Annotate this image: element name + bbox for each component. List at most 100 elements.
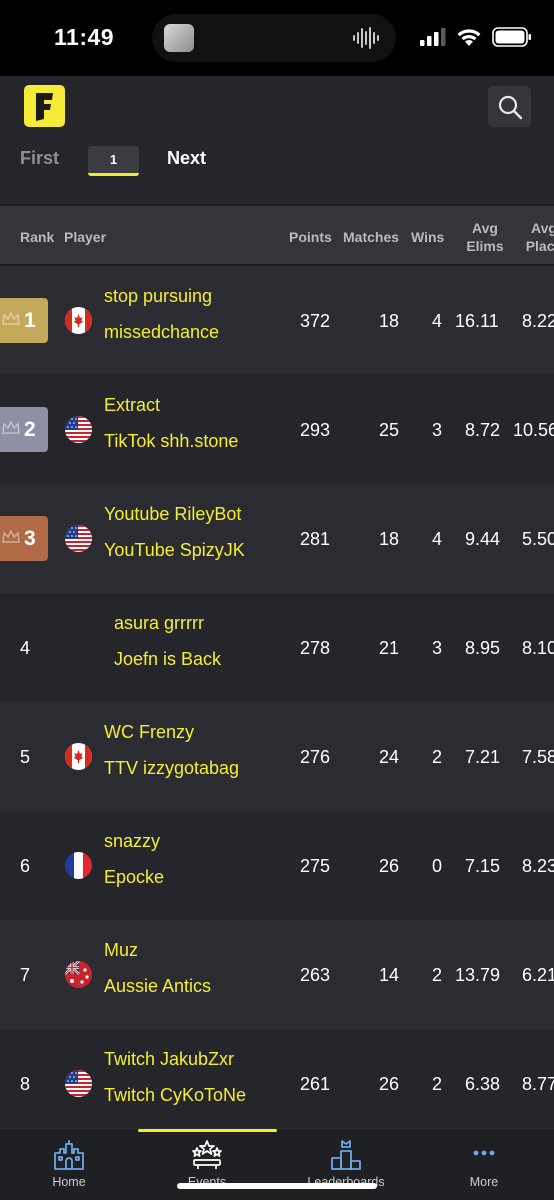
flag-france-icon — [65, 852, 92, 879]
rank-badge-bronze: 3 — [0, 516, 48, 561]
pagination: First 1 Next — [0, 138, 554, 182]
avg-place-value: 8.23 — [522, 856, 554, 876]
column-rank: Rank — [20, 229, 55, 245]
avg-place-value: 8.22 — [522, 311, 554, 331]
player-name[interactable]: snazzy — [104, 831, 160, 852]
player-name[interactable]: Muz — [104, 940, 138, 961]
rank-badge-silver: 2 — [0, 407, 48, 452]
player-name[interactable]: Twitch CyKoToNe — [104, 1085, 246, 1106]
table-row[interactable]: 2 Extract TikTok shh.stone 293 25 3 8.72… — [0, 375, 554, 484]
wins-value: 2 — [432, 747, 443, 767]
points-value: 276 — [300, 747, 331, 767]
column-avg-place: Avg Place — [522, 219, 554, 255]
bottom-tab-bar: Home Events Leaderboards More — [0, 1128, 554, 1200]
column-avg-elims: Avg Elims — [465, 219, 505, 255]
now-playing-thumbnail — [164, 24, 194, 52]
avg-elims-value: 7.21 — [465, 747, 501, 767]
column-avg-elims-line2: Elims — [466, 238, 504, 254]
wins-value: 4 — [432, 529, 443, 549]
fortnite-f-icon — [36, 93, 53, 121]
player-name[interactable]: missedchance — [104, 322, 219, 343]
castle-icon — [54, 1140, 84, 1170]
table-row[interactable]: 4 asura grrrrr Joefn is Back 278 21 3 8.… — [0, 593, 554, 702]
rank-number: 5 — [20, 747, 31, 767]
avg-elims-value: 7.15 — [465, 856, 501, 876]
tab-home-label: Home — [52, 1175, 86, 1189]
crown-icon — [2, 421, 20, 434]
points-value: 261 — [300, 1074, 331, 1094]
status-icons — [420, 26, 532, 48]
podium-icon — [331, 1140, 361, 1170]
avg-elims-value: 8.72 — [465, 420, 501, 440]
table-row[interactable]: 7 Muz Aussie Antics 263 14 2 13.79 6.21 — [0, 920, 554, 1029]
player-name[interactable]: Aussie Antics — [104, 976, 211, 997]
wins-value: 3 — [432, 420, 443, 440]
matches-value: 26 — [379, 856, 400, 876]
points-value: 293 — [300, 420, 331, 440]
points-value: 278 — [300, 638, 331, 658]
more-dots-icon — [473, 1150, 495, 1156]
leaderboard-table-header: Rank Player Points Matches Wins Avg Elim… — [0, 206, 554, 266]
wins-value: 4 — [432, 311, 443, 331]
points-value: 281 — [300, 529, 331, 549]
avg-place-value: 8.10 — [522, 638, 554, 658]
events-stars-icon — [192, 1140, 222, 1169]
search-icon — [498, 95, 523, 120]
player-name[interactable]: Extract — [104, 395, 160, 416]
player-name[interactable]: TikTok shh.stone — [104, 431, 238, 452]
column-avg-elims-line1: Avg — [472, 220, 498, 236]
column-wins: Wins — [411, 229, 445, 245]
table-row[interactable]: 5 WC Frenzy TTV izzygotabag 276 24 2 7.2… — [0, 702, 554, 811]
home-indicator — [177, 1183, 377, 1189]
search-button[interactable] — [488, 86, 531, 127]
avg-place-value: 6.21 — [522, 965, 554, 985]
battery-icon — [492, 27, 531, 47]
player-name[interactable]: YouTube SpizyJK — [104, 540, 245, 561]
active-tab-indicator — [138, 1129, 277, 1132]
player-name[interactable]: Youtube RileyBot — [104, 504, 241, 525]
table-row[interactable]: 1 stop pursuing missedchance 372 18 4 16… — [0, 266, 554, 375]
player-name[interactable]: stop pursuing — [104, 286, 212, 307]
flag-canada-icon — [65, 743, 92, 770]
wifi-icon — [457, 29, 481, 46]
wins-value: 0 — [432, 856, 443, 876]
avg-place-value: 10.56 — [513, 420, 554, 440]
player-name[interactable]: WC Frenzy — [104, 722, 194, 743]
player-name[interactable]: asura grrrrr — [114, 613, 204, 634]
table-row[interactable]: 6 snazzy Epocke 275 26 0 7.15 8.23 — [0, 811, 554, 920]
avg-elims-value: 13.79 — [455, 965, 501, 985]
tab-events[interactable]: Events — [147, 1139, 267, 1189]
rank-number: 4 — [20, 638, 31, 658]
avg-elims-value: 16.11 — [455, 311, 499, 331]
rank-number: 8 — [20, 1074, 31, 1094]
player-name[interactable]: Epocke — [104, 867, 164, 888]
status-bar: 11:49 — [0, 0, 554, 76]
table-row[interactable]: 3 Youtube RileyBot YouTube SpizyJK 281 1… — [0, 484, 554, 593]
wins-value: 3 — [432, 638, 443, 658]
tab-more[interactable]: More — [424, 1139, 544, 1189]
avg-place-value: 5.50 — [522, 529, 554, 549]
matches-value: 24 — [379, 747, 400, 767]
tab-leaderboards[interactable]: Leaderboards — [286, 1139, 406, 1189]
flag-usa-icon — [65, 416, 92, 443]
rank-badge-gold: 1 — [0, 298, 48, 343]
table-row[interactable]: 8 Twitch JakubZxr Twitch CyKoToNe 261 26… — [0, 1029, 554, 1128]
status-time: 11:49 — [54, 24, 115, 50]
wins-value: 2 — [432, 1074, 443, 1094]
column-avg-place-line1: Avg — [531, 220, 554, 236]
tab-home[interactable]: Home — [9, 1139, 129, 1189]
flag-australia-icon — [65, 961, 92, 988]
rank-number: 3 — [24, 527, 36, 550]
avg-place-value: 7.58 — [522, 747, 554, 767]
app-header: First 1 Next — [0, 76, 554, 206]
current-page-indicator[interactable]: 1 — [88, 146, 139, 176]
player-name[interactable]: TTV izzygotabag — [104, 758, 239, 779]
leaderboard-table-body: 1 stop pursuing missedchance 372 18 4 16… — [0, 266, 554, 1128]
matches-value: 14 — [379, 965, 400, 985]
first-page-button[interactable]: First — [20, 148, 59, 169]
player-name[interactable]: Joefn is Back — [114, 649, 221, 670]
player-name[interactable]: Twitch JakubZxr — [104, 1049, 234, 1070]
fortnite-logo[interactable] — [24, 85, 65, 127]
audio-wave-icon — [353, 27, 379, 49]
next-page-button[interactable]: Next — [167, 148, 206, 169]
